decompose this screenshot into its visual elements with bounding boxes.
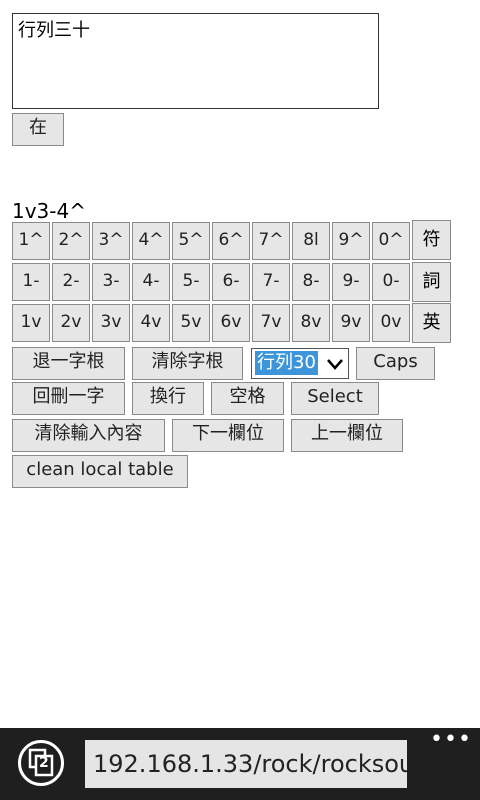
symbol-key[interactable]: 符 (412, 220, 451, 260)
browser-app-bar: 2 192.168.1.33/rock/rocksources ••• (0, 728, 480, 800)
key-0mid[interactable]: 0- (372, 263, 410, 301)
key-6mid[interactable]: 6- (212, 263, 250, 301)
root-code-display: 1v3-4^ (12, 199, 86, 223)
select-button[interactable]: Select (291, 382, 379, 415)
key-7down[interactable]: 7v (252, 304, 290, 342)
input-mode-selected: 行列30 (255, 351, 318, 375)
clean-local-table-button[interactable]: clean local table (12, 455, 188, 488)
key-3up[interactable]: 3^ (92, 222, 130, 260)
key-9mid[interactable]: 9- (332, 263, 370, 301)
key-0down[interactable]: 0v (372, 304, 410, 342)
clear-root-button[interactable]: 清除字根 (132, 347, 243, 380)
caps-button[interactable]: Caps (356, 347, 435, 380)
english-key[interactable]: 英 (412, 303, 451, 343)
key-0up[interactable]: 0^ (372, 222, 410, 260)
tab-count: 2 (39, 755, 49, 771)
phrase-key[interactable]: 詞 (412, 262, 451, 302)
key-8mid[interactable]: 8- (292, 263, 330, 301)
submit-button[interactable]: 在 (12, 113, 64, 146)
key-3mid[interactable]: 3- (92, 263, 130, 301)
chevron-down-icon (322, 349, 348, 378)
key-1up[interactable]: 1^ (12, 222, 50, 260)
key-1mid[interactable]: 1- (12, 263, 50, 301)
delete-char-button[interactable]: 回刪一字 (12, 382, 125, 415)
key-3down[interactable]: 3v (92, 304, 130, 342)
key-7mid[interactable]: 7- (252, 263, 290, 301)
key-7up[interactable]: 7^ (252, 222, 290, 260)
key-8down[interactable]: 8v (292, 304, 330, 342)
key-2up[interactable]: 2^ (52, 222, 90, 260)
key-4up[interactable]: 4^ (132, 222, 170, 260)
key-6up[interactable]: 6^ (212, 222, 250, 260)
key-9down[interactable]: 9v (332, 304, 370, 342)
clear-input-button[interactable]: 清除輸入內容 (12, 419, 165, 452)
key-6down[interactable]: 6v (212, 304, 250, 342)
next-field-button[interactable]: 下一欄位 (172, 419, 284, 452)
key-2down[interactable]: 2v (52, 304, 90, 342)
key-5up[interactable]: 5^ (172, 222, 210, 260)
key-4down[interactable]: 4v (132, 304, 170, 342)
input-textarea[interactable]: 行列三十 (12, 13, 379, 109)
newline-button[interactable]: 換行 (132, 382, 204, 415)
key-1down[interactable]: 1v (12, 304, 50, 342)
key-5mid[interactable]: 5- (172, 263, 210, 301)
backspace-root-button[interactable]: 退一字根 (12, 347, 125, 380)
key-5down[interactable]: 5v (172, 304, 210, 342)
key-4mid[interactable]: 4- (132, 263, 170, 301)
prev-field-button[interactable]: 上一欄位 (291, 419, 403, 452)
tabs-button[interactable]: 2 (18, 740, 64, 786)
more-icon[interactable]: ••• (430, 729, 472, 751)
space-button[interactable]: 空格 (211, 382, 284, 415)
input-mode-select[interactable]: 行列30 (251, 348, 349, 379)
key-8l[interactable]: 8l (292, 222, 330, 260)
key-2mid[interactable]: 2- (52, 263, 90, 301)
address-bar[interactable]: 192.168.1.33/rock/rocksources (85, 740, 407, 788)
key-9up[interactable]: 9^ (332, 222, 370, 260)
